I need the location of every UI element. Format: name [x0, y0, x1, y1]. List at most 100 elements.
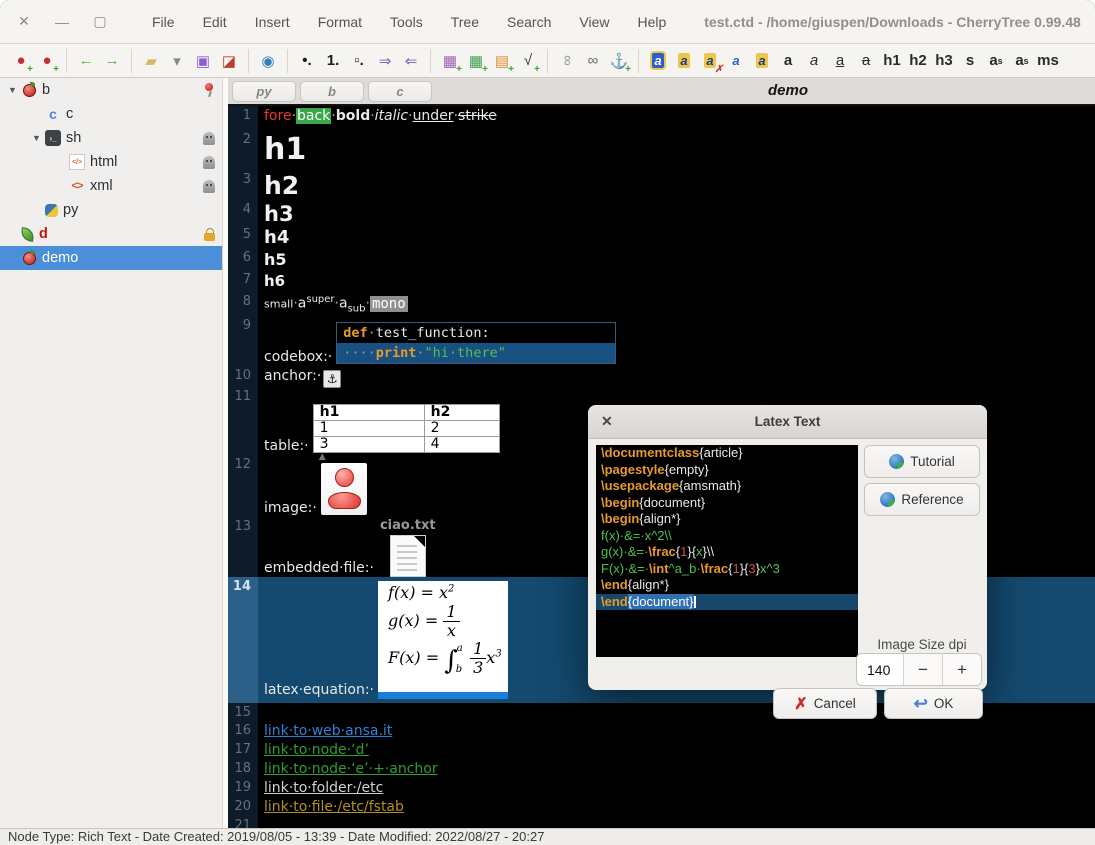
- table-header-cell[interactable]: h1: [313, 405, 424, 421]
- h2-icon[interactable]: h2: [905, 48, 931, 74]
- numbered-list-icon[interactable]: 1.: [320, 48, 346, 74]
- file-icon[interactable]: [390, 535, 426, 577]
- go-back-icon[interactable]: ←: [73, 48, 99, 74]
- superscript-icon[interactable]: as: [983, 48, 1009, 74]
- node-button-py[interactable]: py: [232, 81, 296, 102]
- save-as-icon[interactable]: ◪: [216, 48, 242, 74]
- reference-button[interactable]: Reference: [864, 483, 980, 516]
- link-lk-file[interactable]: link·to·file·/etc/fstab: [264, 799, 404, 815]
- tree-node-py[interactable]: py: [0, 198, 222, 222]
- minimize-window-icon[interactable]: ―: [54, 14, 70, 30]
- cancel-button[interactable]: ✗ Cancel: [773, 688, 877, 719]
- table-cell[interactable]: 2: [424, 421, 499, 437]
- underline-icon[interactable]: a: [827, 48, 853, 74]
- tree-node-demo[interactable]: demo: [0, 246, 222, 270]
- table-cell[interactable]: 1: [313, 421, 424, 437]
- insert-codebox-icon[interactable]: ▤+: [489, 48, 515, 74]
- open-file-caret-icon[interactable]: ▾: [164, 48, 190, 74]
- table-widget[interactable]: h1h21234: [313, 404, 500, 453]
- dpi-decrement-button[interactable]: −: [903, 654, 942, 685]
- link-lk-folder[interactable]: link·to·folder·/etc: [264, 780, 383, 796]
- menu-file[interactable]: File: [138, 0, 189, 44]
- text-segment: under: [413, 108, 454, 124]
- tree-node-html[interactable]: </>html: [0, 150, 222, 174]
- strikethrough-icon[interactable]: a: [853, 48, 879, 74]
- ok-button[interactable]: ↩ OK: [884, 688, 983, 719]
- plus-badge: +: [27, 64, 33, 75]
- dialog-close-icon[interactable]: ✕: [601, 405, 613, 438]
- menu-tools[interactable]: Tools: [376, 0, 437, 44]
- link-lk-node[interactable]: link·to·node·‘d’: [264, 742, 369, 758]
- clear-formatting-icon[interactable]: a: [697, 48, 723, 74]
- todo-list-icon[interactable]: ▫.: [346, 48, 372, 74]
- codebox-widget[interactable]: def·test_function:····print·"hi·there": [336, 322, 616, 364]
- new-node-icon[interactable]: ●+: [8, 48, 34, 74]
- tree-node-label: demo: [42, 250, 78, 266]
- go-forward-icon[interactable]: →: [99, 48, 125, 74]
- h3-icon[interactable]: h3: [931, 48, 957, 74]
- embedded-file-widget[interactable]: ciao.txt: [380, 518, 436, 577]
- color-background-icon[interactable]: a: [671, 48, 697, 74]
- subscript-icon[interactable]: as: [1009, 48, 1035, 74]
- link-lk-web[interactable]: link·to·web·ansa.it: [264, 723, 392, 739]
- node-button-b[interactable]: b: [300, 81, 364, 102]
- insert-image-icon[interactable]: ▦+: [437, 48, 463, 74]
- tree-node-b[interactable]: ▼b: [0, 78, 222, 102]
- italic-icon[interactable]: a: [801, 48, 827, 74]
- open-file-icon[interactable]: ▰: [138, 48, 164, 74]
- latex-source-editor[interactable]: \documentclass{article}\pagestyle{empty}…: [596, 445, 858, 657]
- text-segment: \frac: [648, 544, 675, 559]
- dpi-increment-button[interactable]: +: [942, 654, 981, 685]
- tree-node-label: b: [42, 82, 50, 98]
- node-button-c[interactable]: c: [368, 81, 432, 102]
- menu-insert[interactable]: Insert: [241, 0, 304, 44]
- anchor-icon[interactable]: ⚓: [323, 370, 341, 388]
- insert-latex-icon[interactable]: √+: [515, 48, 541, 74]
- menu-tree[interactable]: Tree: [437, 0, 493, 44]
- embedded-image[interactable]: ▲: [321, 463, 367, 515]
- menu-help[interactable]: Help: [623, 0, 680, 44]
- table-cell[interactable]: 4: [424, 437, 499, 453]
- bold-icon[interactable]: a: [775, 48, 801, 74]
- insert-anchor-icon[interactable]: ⚓+: [606, 48, 632, 74]
- tree-node-xml[interactable]: <>xml: [0, 174, 222, 198]
- insert-link-icon[interactable]: ∞: [580, 48, 606, 74]
- menu-view[interactable]: View: [565, 0, 623, 44]
- save-icon[interactable]: ▣: [190, 48, 216, 74]
- indent-more-icon[interactable]: ⇒: [372, 48, 398, 74]
- tree-node-c[interactable]: cc: [0, 102, 222, 126]
- dpi-value-input[interactable]: 140: [857, 654, 903, 685]
- menu-format[interactable]: Format: [304, 0, 376, 44]
- menu-search[interactable]: Search: [493, 0, 565, 44]
- insert-table-icon[interactable]: ▦+: [463, 48, 489, 74]
- table-header-cell[interactable]: h2: [424, 405, 499, 421]
- monospace-icon[interactable]: ms: [1035, 48, 1061, 74]
- dialog-titlebar[interactable]: ✕ Latex Text: [588, 405, 987, 439]
- expander-icon[interactable]: ▼: [28, 133, 45, 143]
- maximize-window-icon[interactable]: ▢: [92, 13, 108, 30]
- line-number: 5: [228, 225, 258, 248]
- indent-less-icon[interactable]: ⇐: [398, 48, 424, 74]
- color-foreground-icon[interactable]: a: [645, 48, 671, 74]
- attach-file-icon[interactable]: ∞: [554, 48, 580, 74]
- link-lk-node[interactable]: link·to·node·‘e’·+·anchor: [264, 761, 438, 777]
- line-number: 17: [228, 740, 258, 759]
- find-node-icon[interactable]: ◉: [255, 48, 281, 74]
- copy-format-icon[interactable]: a: [723, 48, 749, 74]
- table-cell[interactable]: 3: [313, 437, 424, 453]
- latest-format-icon[interactable]: a: [749, 48, 775, 74]
- menu-edit[interactable]: Edit: [189, 0, 241, 44]
- small-icon[interactable]: s: [957, 48, 983, 74]
- tutorial-button[interactable]: Tutorial: [864, 445, 980, 478]
- latex-equation-image[interactable]: f(x) = x2 g(x) = 1x F(x) = ∫ab13x3: [378, 581, 508, 699]
- tree-node-d[interactable]: d: [0, 222, 222, 246]
- h1-icon[interactable]: h1: [879, 48, 905, 74]
- bullet-list-icon[interactable]: •.: [294, 48, 320, 74]
- text-segment: super: [306, 294, 334, 305]
- node-tree: ▼bcc▼›_sh</>html<>xmlpyddemo: [0, 78, 222, 828]
- expander-icon[interactable]: ▼: [4, 85, 21, 95]
- close-window-icon[interactable]: ✕: [16, 13, 32, 30]
- tree-node-sh[interactable]: ▼›_sh: [0, 126, 222, 150]
- plus-badge: +: [625, 64, 631, 75]
- new-subnode-icon[interactable]: ●+: [34, 48, 60, 74]
